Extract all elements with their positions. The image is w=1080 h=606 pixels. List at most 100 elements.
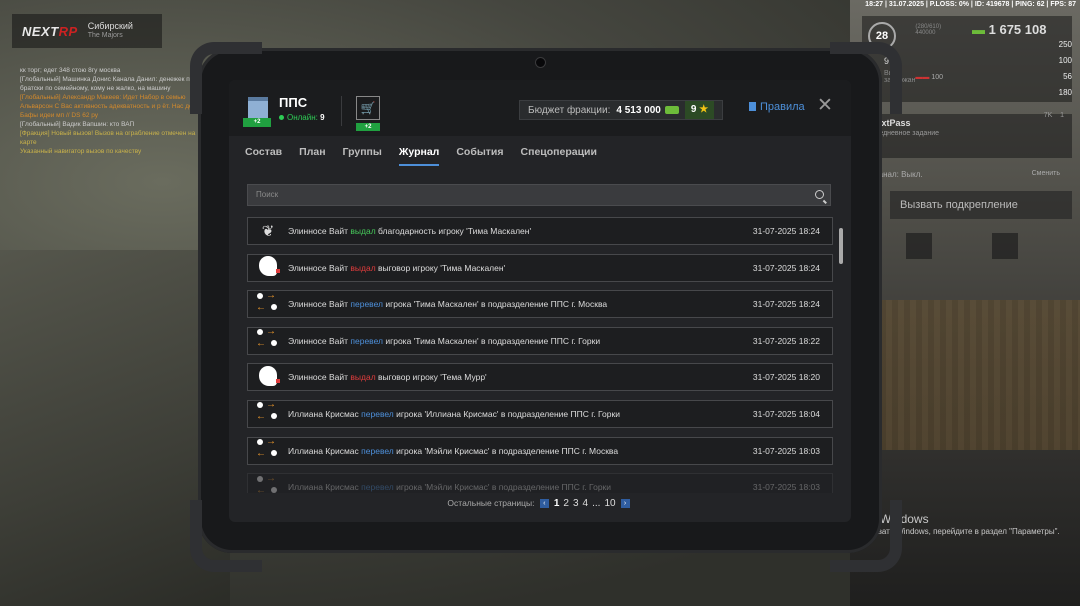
journal-actor: Элинносе Вайт (288, 335, 351, 346)
radio-channel[interactable]: Канал: Выкл. Сменить (862, 166, 1072, 183)
journal-actor: Элинносе Вайт (288, 262, 351, 273)
journal-details: игрока 'Тима Маскален' в подразделение П… (383, 335, 601, 346)
laurel-icon: ❦ (261, 223, 275, 240)
chat-line: [Глобальный] Вадик Вапшин: кто ВАП (20, 121, 135, 128)
stat-thirst: 180 (1058, 88, 1072, 97)
journal-row-text: Элинносе Вайт выдал выговор игроку 'Тема… (288, 372, 728, 382)
journal-action: перевел (361, 408, 394, 419)
transfer-icon: → ← (256, 436, 277, 460)
money-display: ▬ 1 675 108 (972, 22, 1047, 37)
cash-icon: ▬ (972, 22, 985, 37)
journal-row: → ← Иллиана Крисмас перевел игрока 'Мэйли … (247, 436, 833, 465)
stat-health: 250 (1058, 40, 1072, 49)
transfer-icon: → ← (256, 399, 277, 423)
journal-time: 31-07-2025 18:24 (752, 299, 820, 310)
chat-line: кк торг; едет 348 стою 8гу москва (20, 67, 121, 74)
online-indicator: Онлайн: 9 (279, 113, 325, 122)
page-number[interactable]: 2 (563, 498, 569, 509)
journal-details: выговор игроку 'Тима Маскален' (375, 262, 506, 273)
tab-2[interactable]: Группы (343, 146, 382, 166)
camera-icon (535, 57, 546, 68)
quick-slot-map[interactable] (906, 233, 932, 259)
search-input[interactable]: Поиск (247, 184, 831, 206)
faction-header: +2 ППС Онлайн: 9 🛒 +2 Бюджет фракции: 4 … (229, 80, 851, 136)
scrollbar-thumb[interactable] (839, 228, 843, 264)
stat-armor: 100 (1058, 56, 1072, 65)
chat-line: [Глобальный] Александр Макеев: Идет Набо… (20, 94, 206, 119)
journal-row: Элинносе Вайт выдал выговор игроку 'Тима… (247, 253, 833, 282)
pagination: Остальные страницы: ‹ 1 2 3 4... 10 › (229, 498, 851, 509)
server-logo: NEXTRP Сибирский The Majors (12, 14, 162, 48)
tab-4[interactable]: События (456, 146, 503, 166)
journal-action: перевел (361, 482, 394, 493)
journal-actor: Элинносе Вайт (288, 372, 351, 383)
reprimand-icon (248, 256, 288, 279)
journal-action: перевел (350, 299, 384, 310)
chat-line: [Фракция] Новый вызов! Вызов на ограблен… (20, 130, 196, 146)
tab-3[interactable]: Журнал (398, 146, 440, 166)
next-page-icon[interactable]: › (620, 499, 630, 508)
notification-icon[interactable] (992, 233, 1018, 259)
tab-1[interactable]: План (299, 146, 325, 166)
faction-badge: +2 (243, 118, 271, 127)
journal-action: выдал (350, 372, 376, 383)
journal-row: → ← Иллиана Крисмас перевел игрока 'Мэйли … (247, 473, 833, 493)
tab-0[interactable]: Состав (245, 146, 282, 166)
journal-time: 31-07-2025 18:24 (752, 226, 820, 236)
transfer-icon: → ← (256, 289, 277, 313)
faction-name: ППС (279, 95, 308, 110)
journal-row-text: Элинносе Вайт перевел игрока 'Тима Маска… (288, 299, 728, 309)
transfer-icon: → ← (256, 472, 277, 493)
journal-details: благодарность игроку 'Тима Маскален' (375, 226, 532, 236)
journal-action: перевел (361, 445, 394, 456)
logo-text: NEXTRP (22, 23, 78, 39)
search-icon[interactable] (815, 190, 824, 199)
journal-actor: Элинносе Вайт (288, 299, 351, 310)
journal-time: 31-07-2025 18:04 (752, 408, 820, 419)
page-number[interactable]: 4 (583, 498, 589, 509)
journal-actor: Элинносе Вайт (288, 226, 351, 236)
budget-value: 4 513 000 (616, 104, 661, 116)
pagination-label: Остальные страницы: (447, 498, 537, 508)
journal-details: игрока 'Мэйли Крисмас' в подразделение П… (393, 482, 612, 493)
journal-action: выдал (350, 262, 376, 273)
page-number: ... (592, 498, 601, 509)
journal-row-text: Иллиана Крисмас перевел игрока 'Иллиана … (288, 409, 728, 419)
stat-food: 56 (1063, 72, 1072, 81)
background-wood-panel (850, 300, 1080, 450)
shop-badge: +2 (356, 123, 380, 131)
journal-time: 31-07-2025 18:20 (752, 372, 820, 383)
shop-button[interactable]: 🛒 +2 (356, 96, 380, 131)
journal-row-text: Иллиана Крисмас перевел игрока 'Мэйли Кр… (288, 446, 728, 456)
call-reinforcement-button[interactable]: Вызвать подкрепление (890, 191, 1072, 219)
journal-row-text: Элинносе Вайт выдал выговор игроку 'Тима… (288, 263, 728, 273)
server-name: Сибирский The Majors (87, 21, 133, 39)
hp-readout: ▬▬ 100 (915, 74, 944, 81)
journal-actor: Иллиана Крисмас (288, 408, 362, 419)
faction-budget: Бюджет фракции: 4 513 000 9 ★ (519, 100, 724, 120)
journal-action: выдал (350, 226, 376, 236)
tab-5[interactable]: Спецоперации (521, 146, 597, 166)
page-number[interactable]: 1 (554, 498, 560, 509)
journal-row-text: Элинносе Вайт выдал благодарность игроку… (288, 226, 728, 236)
journal-action: перевел (350, 335, 384, 346)
divider (341, 96, 342, 126)
journal-row-text: Элинносе Вайт перевел игрока 'Тима Маска… (288, 336, 728, 346)
prev-page-icon[interactable]: ‹ (539, 499, 549, 508)
faction-tablet-screen: +2 ППС Онлайн: 9 🛒 +2 Бюджет фракции: 4 … (229, 80, 851, 522)
page-number[interactable]: 3 (573, 498, 579, 509)
journal-row: → ← Элинносе Вайт перевел игрока 'Тима Мас… (247, 289, 833, 319)
tab-bar: Состав План Группы Журнал События Спецопераци… (245, 146, 597, 166)
page-number[interactable]: 10 (604, 498, 615, 509)
cart-icon: 🛒 (356, 96, 380, 120)
journal-actor: Иллиана Крисмас (288, 482, 362, 493)
close-icon[interactable]: ✕ (817, 96, 833, 116)
journal-list: ❦ Элинносе Вайт выдал благодарность игрок… (247, 217, 833, 493)
transfer-icon: → ← (256, 326, 277, 350)
document-icon (749, 102, 756, 111)
chat-line: [Глобальный] Машинка Донис Канала Данил:… (20, 76, 194, 92)
game-chat: кк торг; едет 348 стою 8гу москва [Глобал… (20, 66, 210, 156)
star-icon: ★ (699, 104, 709, 115)
rules-link[interactable]: Правила (749, 101, 805, 113)
nextpass-panel[interactable]: NextPass Ежедневное задание 7K 1 (862, 112, 1072, 158)
